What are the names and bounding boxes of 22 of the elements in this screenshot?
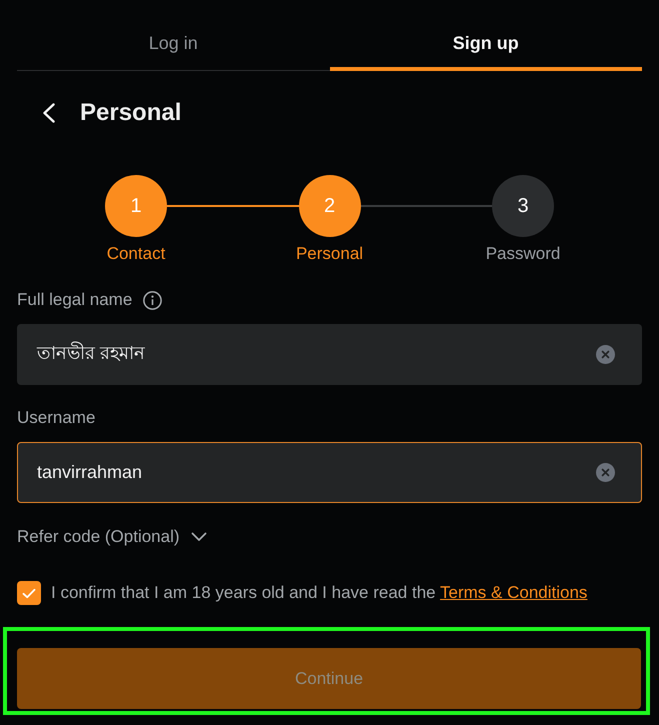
field-label: Full legal name [17, 290, 132, 310]
step-label: Password [486, 244, 560, 264]
step-label: Personal [296, 244, 364, 264]
refer-code-toggle[interactable]: Refer code (Optional) [17, 527, 207, 547]
step-circle: 2 [298, 175, 360, 237]
consent-text: I confirm that I am 18 years old and I have read the Terms & Conditions [51, 583, 588, 603]
text-field[interactable]: তানভীর রহমান [17, 324, 642, 385]
text-field[interactable]: tanvirrahman [17, 442, 642, 503]
checkbox[interactable] [17, 581, 41, 605]
clear-icon[interactable] [596, 345, 615, 364]
step-circle: 3 [492, 175, 554, 237]
step-label: Contact [106, 244, 166, 264]
page-title: Personal [80, 99, 182, 127]
tab[interactable]: Sign up [330, 0, 642, 71]
clear-icon[interactable] [596, 463, 615, 482]
back-icon[interactable] [42, 103, 56, 123]
checkmark-icon [22, 588, 36, 598]
terms-link[interactable]: Terms & Conditions [440, 583, 588, 602]
field-label: Username [17, 408, 96, 428]
tab[interactable]: Log in [17, 0, 330, 71]
step-circle: 1 [105, 175, 167, 237]
info-icon[interactable] [143, 290, 162, 310]
